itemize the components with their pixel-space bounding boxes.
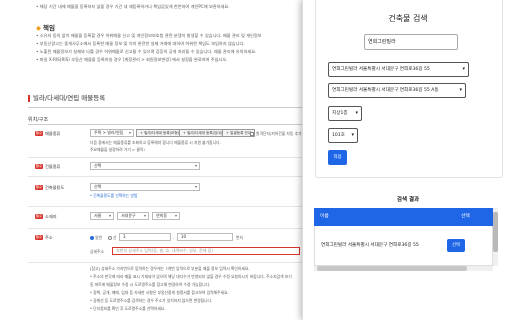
required-tag: 필수 [35, 131, 43, 136]
dong-select[interactable]: 연희동 ▾ [152, 212, 180, 220]
required-tag: 필수 [35, 164, 43, 169]
chevron-down-icon: ▾ [194, 163, 197, 168]
select-button[interactable]: 선택 [447, 239, 465, 252]
location-label: 소재지 [45, 214, 57, 219]
panel-title: 건축물 검색 [388, 14, 428, 23]
required-tag: 필수 [35, 185, 43, 190]
sub-title: 위치/구조 [28, 117, 49, 123]
radio-icon [90, 236, 94, 240]
building-use-select[interactable]: 선택 ▾ [90, 183, 200, 191]
radio-general[interactable]: 일반 [90, 235, 102, 241]
lot-number-main-input[interactable]: 3 [119, 233, 171, 241]
property-type-help: 다음 중에서는 매물종류를 조회하고 등록해야 합니다 매물종류 시 지원 불가… [90, 140, 221, 145]
building-type-label: 건물종류 [45, 164, 61, 169]
required-tag: 필수 [35, 235, 43, 240]
notice-line: • 소유자 동의 없이 매물을 등록할 경우 허위매물 신고 및 개인정보보호법… [36, 33, 262, 38]
result-address: 연희그린빌라 서울특별시 서대문구 연희로36길 55 [321, 243, 419, 248]
header-select: 선택 [461, 214, 470, 219]
building-use-help-link[interactable]: * 건축물용도를 선택하는 방법 [90, 193, 137, 199]
address-note: * 단지정보를 확인 후 도로명주소를 선택하세요. [90, 306, 166, 311]
header-name: 이름 [320, 214, 329, 219]
address-label: 주소 [45, 235, 53, 240]
address-note: * 정책, 공개, 매매, 임대 등 자세한 사항은 부동산중개 설명서를 참고… [90, 290, 229, 295]
property-type-help-link[interactable]: 주요매물을 설정하려 가기 > 클릭! [90, 147, 145, 153]
property-type-select[interactable]: 주택 > 빌라/연립 ▾ [90, 129, 134, 137]
vertical-scroll-thumb[interactable] [493, 212, 498, 252]
address-note: [참고] 상세주소 가지번으로 입력하는 경우에는 7개번 입력으로 부분을 매… [90, 266, 250, 271]
table-row: 연희그린빌라 서울특별시 서대문구 연희로36길 55 선택 [314, 226, 493, 266]
chevron-down-icon: ▾ [351, 132, 354, 138]
chevron-down-icon: ▾ [462, 66, 465, 72]
result-title: 검색 결과 [396, 197, 420, 203]
chevron-down-icon: ▾ [355, 110, 358, 116]
city-select[interactable]: 서울 ▾ [90, 212, 114, 220]
building-use-label: 건축물용도 [45, 185, 65, 190]
unit-select[interactable]: 연희그린빌라 서울특별시 서대문구 연희로36길 55 A동 ▾ [328, 83, 466, 98]
chevron-down-icon: ▾ [128, 130, 131, 135]
property-type-label: 매물종류 [45, 131, 61, 136]
address-note: 동 파트에 매물정보 수정 시 도로명주소를 참고해 변경하여 수정 가능합니다… [90, 282, 211, 287]
floor-select[interactable]: 지상1층 ▾ [328, 106, 362, 121]
chevron-down-icon: ▾ [108, 213, 111, 218]
lot-number-sub-input[interactable]: 10 [177, 233, 233, 241]
notice-line: • 해당 기간 내에 매물을 등록하지 않을 경우 기간 내 재등록하거나 책임… [36, 4, 230, 9]
chevron-down-icon: ▾ [174, 213, 177, 218]
auto-add-checkbox[interactable]: 원격단지/지하건물 자동 추가 [250, 131, 302, 137]
lot-unit: 번지 [236, 235, 243, 240]
building-search-panel: 건축물 검색 연희그린빌라 연희그린빌라 서울특별시 서대문구 연희로36길 5… [302, 0, 512, 320]
address-note: * 경계선 등 도로명주소를 검색하는 경우 주소가 일치하지 않으면 변경됩니… [90, 298, 213, 303]
horizontal-scroll-thumb[interactable] [317, 266, 467, 271]
chevron-down-icon: ▾ [194, 184, 197, 189]
result-table-header: 이름 선택 [314, 208, 493, 226]
district-select[interactable]: 서대문구 ▾ [117, 212, 149, 220]
register-sale-button[interactable]: + 빌라/다세대 등록(모형) [136, 129, 184, 137]
notice-line: • 노출된 매물정보가 실제와 다를 경우 허위매물로 신고될 수 있으며 검증… [36, 49, 257, 54]
address-note: * 주소의 판각에 따라 매물 표시 기재되어 있으며 해당 대다수가 반영되지… [90, 274, 292, 279]
notice-line: • 파일 X-RIS(RIS) 부동산 매물을 등록하실 경우 [계정관리 > … [36, 57, 228, 62]
radio-icon [108, 236, 112, 240]
detail-address-input[interactable]: 지번의 상세주소 입력(동, 층, 호, 내역보수, 일부, 전체 등) [112, 247, 300, 255]
building-type-select[interactable]: 선택 ▾ [90, 162, 200, 170]
detail-address-label: 상세주소 [90, 249, 104, 254]
chevron-down-icon: ▾ [459, 87, 462, 93]
apply-button[interactable]: 적용 [328, 150, 347, 165]
checkbox-icon [250, 132, 254, 136]
notice-line: • 부동산광고는 중개사무소에서 등록한 매물 정보 및 이미 완전한 실제 거… [36, 41, 245, 46]
notice-title: ◆ 책임 [36, 24, 55, 32]
room-select[interactable]: 101호 ▾ [328, 128, 358, 143]
chevron-down-icon: ▾ [143, 213, 146, 218]
radio-mountain[interactable]: 산 [108, 235, 117, 241]
section-title: 빌라/다세대/연립 매물등록 [28, 95, 105, 102]
building-search-input[interactable]: 연희그린빌라 [364, 34, 458, 50]
required-tag: 필수 [35, 214, 43, 219]
building-select[interactable]: 연희그린빌라 서울특별시 서대문구 연희로36길 55 ▾ [328, 62, 469, 77]
dash-separator: - [173, 235, 175, 240]
diamond-icon: ◆ [36, 24, 41, 32]
register-rent-button[interactable]: + 빌라/다세대 등록(임대) [179, 129, 227, 137]
